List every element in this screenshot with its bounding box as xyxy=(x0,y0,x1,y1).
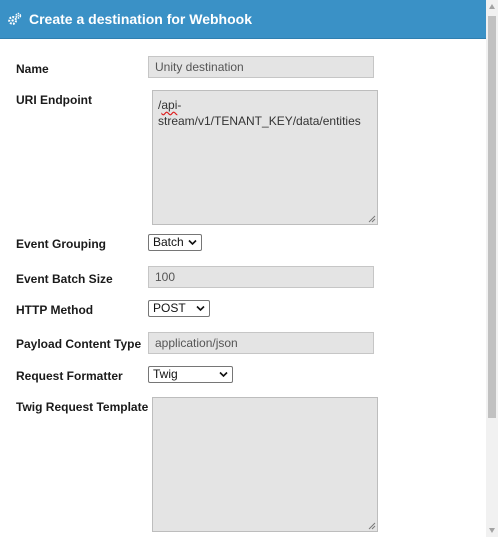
request-formatter-select[interactable]: Twig xyxy=(148,366,233,383)
dialog-titlebar: Create a destination for Webhook xyxy=(0,0,486,39)
request-formatter-selected: Twig xyxy=(153,367,178,381)
payload-content-type-input[interactable] xyxy=(148,332,374,354)
http-method-label: HTTP Method xyxy=(16,303,94,317)
http-method-select[interactable]: POST xyxy=(148,300,210,317)
event-grouping-label: Event Grouping xyxy=(16,237,106,251)
uri-endpoint-textarea[interactable]: /api-stream/v1/TENANT_KEY/data/entities xyxy=(152,90,378,225)
event-batch-size-label: Event Batch Size xyxy=(16,272,113,286)
event-grouping-selected: Batch xyxy=(153,235,184,249)
create-destination-dialog: Create a destination for Webhook Name UR… xyxy=(0,0,487,537)
dialog-title: Create a destination for Webhook xyxy=(29,11,252,27)
resize-grip-icon[interactable] xyxy=(368,215,376,223)
scrollbar-thumb[interactable] xyxy=(488,16,496,418)
vertical-scrollbar[interactable] xyxy=(486,0,498,537)
twig-request-template-textarea[interactable] xyxy=(152,397,378,532)
scroll-up-arrow-icon[interactable] xyxy=(489,4,495,9)
chevron-down-icon xyxy=(188,239,197,246)
request-formatter-label: Request Formatter xyxy=(16,369,123,383)
uri-endpoint-label: URI Endpoint xyxy=(16,93,92,107)
scroll-down-arrow-icon[interactable] xyxy=(489,528,495,533)
http-method-selected: POST xyxy=(153,301,186,315)
uri-endpoint-value: /api-stream/v1/TENANT_KEY/data/entities xyxy=(158,98,361,128)
name-label: Name xyxy=(16,62,49,76)
event-batch-size-input[interactable] xyxy=(148,266,374,288)
chevron-down-icon xyxy=(219,371,228,378)
name-input[interactable] xyxy=(148,56,374,78)
twig-request-template-label: Twig Request Template xyxy=(16,400,149,414)
gears-icon xyxy=(8,12,22,25)
payload-content-type-label: Payload Content Type xyxy=(16,337,142,351)
chevron-down-icon xyxy=(196,305,205,312)
event-grouping-select[interactable]: Batch xyxy=(148,234,202,251)
resize-grip-icon[interactable] xyxy=(368,522,376,530)
